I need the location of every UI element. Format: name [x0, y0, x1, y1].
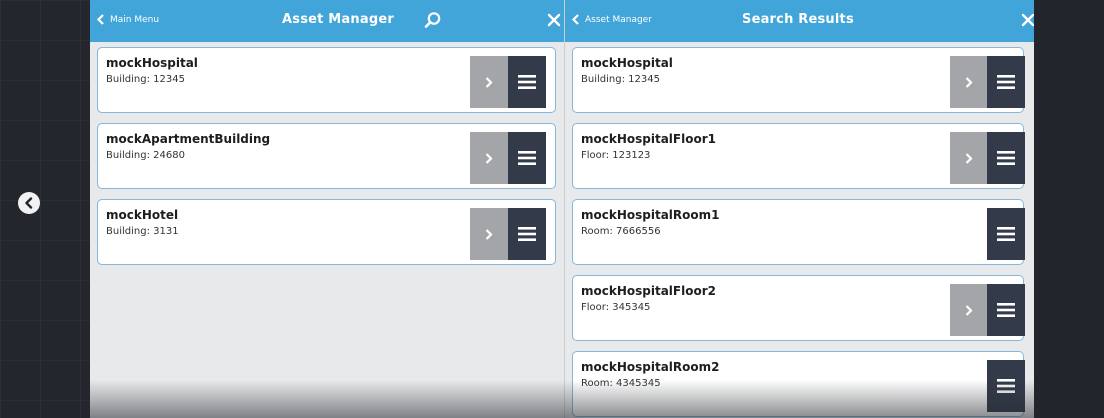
- panel-header: Asset Manager Search Results: [565, 0, 1035, 42]
- hamburger-icon: [997, 303, 1015, 317]
- page-title: Asset Manager: [282, 12, 394, 27]
- chevron-right-icon: [485, 228, 493, 240]
- next-button[interactable]: [470, 208, 508, 260]
- menu-button[interactable]: [987, 56, 1025, 108]
- item-detail: Floor: 345345: [581, 302, 651, 313]
- hamburger-icon: [997, 227, 1015, 241]
- chevron-right-icon: [485, 76, 493, 88]
- search-icon[interactable]: [424, 11, 442, 29]
- chevron-right-icon: [965, 152, 973, 164]
- item-name: mockHospitalRoom1: [581, 208, 720, 222]
- chevron-right-icon: [485, 152, 493, 164]
- next-button[interactable]: [950, 56, 988, 108]
- item-detail: Building: 12345: [581, 74, 660, 85]
- item-detail: Building: 24680: [106, 150, 185, 161]
- asset-list: mockHospital Building: 12345 mockApartment…: [90, 42, 564, 418]
- right-rail: [1034, 0, 1104, 418]
- asset-manager-panel: Main Menu Asset Manager mockHospital Buil…: [90, 0, 564, 418]
- item-detail: Building: 3131: [106, 226, 179, 237]
- list-item[interactable]: mockHospitalRoom1 Room: 7666556: [572, 199, 1025, 265]
- hamburger-icon: [997, 151, 1015, 165]
- item-name: mockHospital: [581, 56, 673, 70]
- next-button[interactable]: [950, 132, 988, 184]
- chevron-left-icon: [96, 14, 104, 25]
- panel-header: Main Menu Asset Manager: [90, 0, 564, 42]
- list-item[interactable]: mockHospitalFloor1 Floor: 123123: [572, 123, 1025, 189]
- item-name: mockHospitalFloor1: [581, 132, 716, 146]
- list-item[interactable]: mockHospital Building: 12345: [97, 47, 556, 113]
- menu-button[interactable]: [987, 208, 1025, 260]
- hamburger-icon: [997, 379, 1015, 393]
- close-icon[interactable]: [1021, 13, 1035, 27]
- hamburger-icon: [997, 75, 1015, 89]
- menu-button[interactable]: [508, 208, 546, 260]
- asset-manager-back-link[interactable]: Asset Manager: [571, 14, 652, 25]
- search-results-list: mockHospital Building: 12345 mockHospitalF…: [565, 42, 1035, 418]
- menu-button[interactable]: [508, 56, 546, 108]
- page-title: Search Results: [742, 12, 854, 27]
- list-item[interactable]: mockApartmentBuilding Building: 24680: [97, 123, 556, 189]
- menu-button[interactable]: [987, 132, 1025, 184]
- chevron-left-icon: [571, 14, 579, 25]
- next-button[interactable]: [470, 56, 508, 108]
- next-button[interactable]: [470, 132, 508, 184]
- item-name: mockHospital: [106, 56, 198, 70]
- list-item[interactable]: mockHospitalRoom2 Room: 4345345: [572, 351, 1025, 417]
- item-detail: Room: 4345345: [581, 378, 661, 389]
- item-name: mockHospitalFloor2: [581, 284, 716, 298]
- hamburger-icon: [518, 75, 536, 89]
- left-rail: [0, 0, 90, 418]
- hamburger-icon: [518, 227, 536, 241]
- main-menu-back-link[interactable]: Main Menu: [96, 14, 159, 25]
- list-item[interactable]: mockHotel Building: 3131: [97, 199, 556, 265]
- back-label: Main Menu: [110, 14, 160, 25]
- back-label: Asset Manager: [585, 14, 652, 25]
- search-results-panel: Asset Manager Search Results mockHospita…: [564, 0, 1035, 418]
- item-detail: Floor: 123123: [581, 150, 651, 161]
- chevron-right-icon: [965, 76, 973, 88]
- item-name: mockApartmentBuilding: [106, 132, 271, 146]
- item-name: mockHospitalRoom2: [581, 360, 720, 374]
- item-name: mockHotel: [106, 208, 179, 222]
- menu-button[interactable]: [508, 132, 546, 184]
- side-back-button[interactable]: [18, 192, 40, 214]
- hamburger-icon: [518, 151, 536, 165]
- next-button[interactable]: [950, 284, 988, 336]
- close-icon[interactable]: [547, 13, 561, 27]
- list-item[interactable]: mockHospitalFloor2 Floor: 345345: [572, 275, 1025, 341]
- chevron-left-icon: [25, 197, 33, 209]
- item-detail: Building: 12345: [106, 74, 185, 85]
- menu-button[interactable]: [987, 360, 1025, 412]
- list-item[interactable]: mockHospital Building: 12345: [572, 47, 1025, 113]
- menu-button[interactable]: [987, 284, 1025, 336]
- item-detail: Room: 7666556: [581, 226, 661, 237]
- chevron-right-icon: [965, 304, 973, 316]
